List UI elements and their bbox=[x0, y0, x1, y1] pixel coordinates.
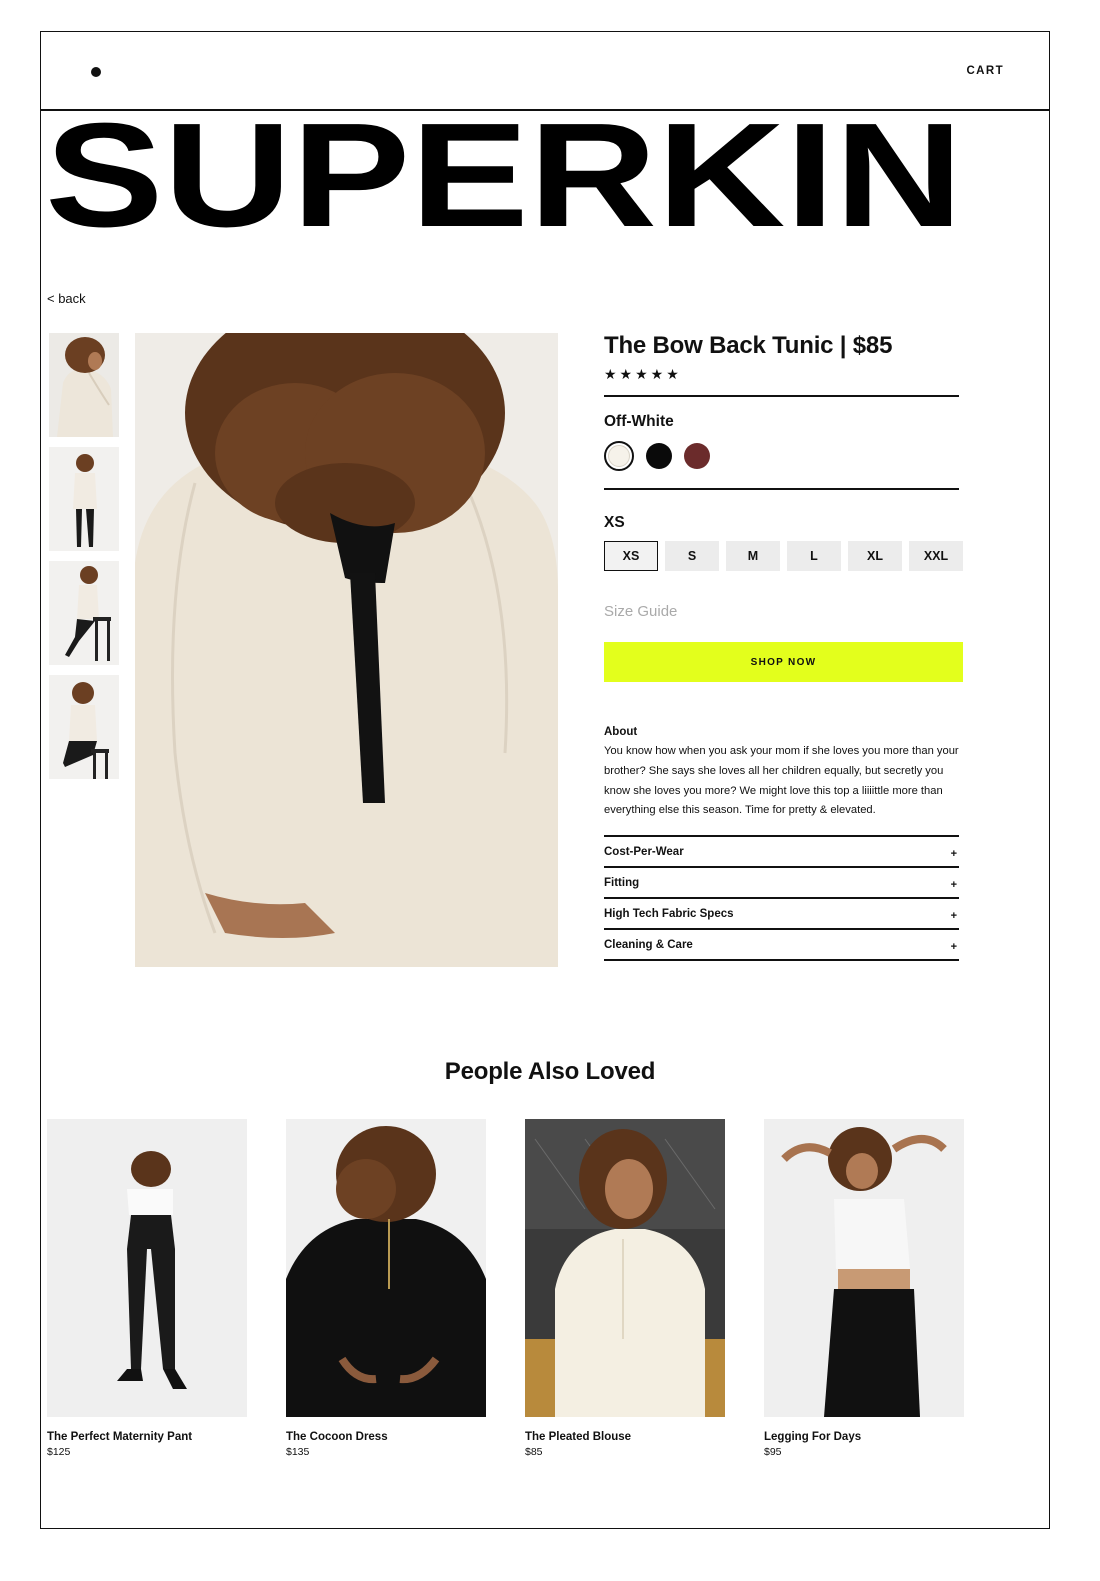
divider bbox=[604, 395, 959, 397]
about-heading: About bbox=[604, 726, 638, 738]
product-card[interactable]: The Perfect Maternity Pant $125 bbox=[47, 1119, 247, 1458]
main-product-image[interactable] bbox=[135, 333, 558, 967]
thumbnail-4-image bbox=[49, 675, 119, 779]
divider bbox=[604, 488, 959, 490]
swatch-burgundy[interactable] bbox=[684, 443, 710, 469]
product-card-image bbox=[525, 1119, 725, 1417]
accordion-cost-per-wear[interactable]: Cost-Per-Wear + bbox=[604, 835, 959, 866]
plus-icon: + bbox=[950, 940, 957, 953]
thumbnail-1-image bbox=[49, 333, 119, 437]
cart-link[interactable]: CART bbox=[966, 65, 1004, 77]
swatch-off-white[interactable] bbox=[604, 441, 634, 471]
main-product-image-art bbox=[135, 333, 558, 967]
size-xs-button[interactable]: XS bbox=[604, 541, 658, 571]
product-card-name: The Perfect Maternity Pant bbox=[47, 1431, 193, 1443]
size-xxl-button[interactable]: XXL bbox=[909, 541, 963, 571]
accordion-label: Cost-Per-Wear bbox=[604, 845, 684, 858]
thumbnail-3-image bbox=[49, 561, 119, 665]
accordion-fabric-specs[interactable]: High Tech Fabric Specs + bbox=[604, 897, 959, 928]
brand-wordmark: SUPERKIN bbox=[45, 108, 963, 238]
product-card[interactable]: The Cocoon Dress $135 bbox=[286, 1119, 486, 1458]
product-card-name: Legging For Days bbox=[764, 1431, 862, 1443]
menu-dot-icon[interactable] bbox=[91, 67, 101, 77]
product-card-image-art bbox=[525, 1119, 725, 1417]
product-card-image-art bbox=[47, 1119, 247, 1417]
accordion-label: Cleaning & Care bbox=[604, 938, 693, 951]
size-options: XS S M L XL XXL bbox=[604, 541, 964, 571]
product-card-price: $95 bbox=[764, 1446, 782, 1458]
thumbnail-strip bbox=[49, 333, 119, 789]
product-card-name: The Pleated Blouse bbox=[525, 1431, 632, 1443]
size-m-button[interactable]: M bbox=[726, 541, 780, 571]
selected-size-label: XS bbox=[604, 514, 625, 531]
thumbnail-4[interactable] bbox=[49, 675, 119, 779]
product-card-image bbox=[47, 1119, 247, 1417]
accordion-cleaning-care[interactable]: Cleaning & Care + bbox=[604, 928, 959, 962]
plus-icon: + bbox=[950, 909, 957, 922]
about-text: You know how when you ask your mom if sh… bbox=[604, 745, 959, 817]
accordion-label: High Tech Fabric Specs bbox=[604, 907, 734, 920]
rating-stars: ★★★★★ bbox=[604, 366, 682, 382]
product-card[interactable]: The Pleated Blouse $85 bbox=[525, 1119, 725, 1458]
product-card-price: $85 bbox=[525, 1446, 543, 1458]
selected-color-label: Off-White bbox=[604, 413, 674, 430]
product-card-name: The Cocoon Dress bbox=[286, 1431, 388, 1443]
size-xl-button[interactable]: XL bbox=[848, 541, 902, 571]
plus-icon: + bbox=[950, 878, 957, 891]
brand-logo[interactable]: SUPERKIN bbox=[45, 108, 965, 238]
product-card-image-art bbox=[286, 1119, 486, 1417]
details-accordion: Cost-Per-Wear + Fitting + High Tech Fabr… bbox=[604, 835, 959, 962]
product-card-price: $135 bbox=[286, 1446, 310, 1458]
product-detail-panel: The Bow Back Tunic | $85 ★★★★★ Off-White… bbox=[604, 330, 964, 962]
plus-icon: + bbox=[950, 847, 957, 860]
size-s-button[interactable]: S bbox=[665, 541, 719, 571]
product-card-image bbox=[764, 1119, 964, 1417]
top-bar: CART bbox=[41, 32, 1049, 111]
thumbnail-2-image bbox=[49, 447, 119, 551]
accordion-fitting[interactable]: Fitting + bbox=[604, 866, 959, 897]
thumbnail-2[interactable] bbox=[49, 447, 119, 551]
size-guide-link[interactable]: Size Guide bbox=[604, 603, 964, 620]
shop-now-button[interactable]: SHOP NOW bbox=[604, 642, 963, 682]
size-l-button[interactable]: L bbox=[787, 541, 841, 571]
product-card[interactable]: Legging For Days $95 bbox=[764, 1119, 964, 1458]
back-link[interactable]: < back bbox=[47, 291, 86, 306]
swatch-black[interactable] bbox=[646, 443, 672, 469]
related-section-title: People Also Loved bbox=[444, 1058, 656, 1085]
color-swatches bbox=[604, 441, 964, 471]
thumbnail-1[interactable] bbox=[49, 333, 119, 437]
thumbnail-3[interactable] bbox=[49, 561, 119, 665]
product-title: The Bow Back Tunic | $85 bbox=[604, 332, 893, 359]
product-card-image-art bbox=[764, 1119, 964, 1417]
product-card-image bbox=[286, 1119, 486, 1417]
accordion-label: Fitting bbox=[604, 876, 640, 889]
product-card-price: $125 bbox=[47, 1446, 71, 1458]
